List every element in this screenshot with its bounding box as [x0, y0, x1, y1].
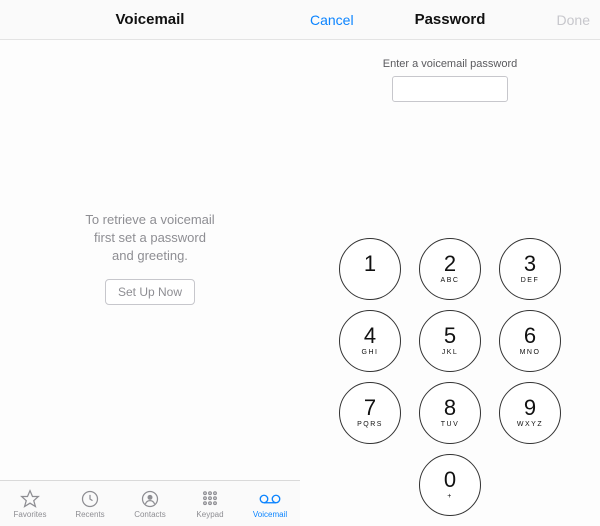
key-letters: DEF: [521, 277, 540, 285]
keypad-key-7[interactable]: 7 PQRS: [339, 382, 401, 444]
key-number: 6: [524, 325, 536, 347]
contact-icon: [140, 489, 160, 509]
password-body: Enter a voicemail password 1 2 ABC 3 DEF…: [300, 40, 600, 526]
voicemail-icon: [258, 489, 282, 509]
key-letters: PQRS: [357, 421, 383, 429]
keypad-key-2[interactable]: 2 ABC: [419, 238, 481, 300]
key-number: 7: [364, 397, 376, 419]
cancel-button[interactable]: Cancel: [310, 0, 354, 40]
done-button[interactable]: Done: [557, 0, 590, 40]
nav-title: Voicemail: [116, 11, 185, 28]
key-letters: GHI: [362, 349, 379, 357]
keypad-key-5[interactable]: 5 JKL: [419, 310, 481, 372]
keypad-key-8[interactable]: 8 TUV: [419, 382, 481, 444]
number-keypad: 1 2 ABC 3 DEF 4 GHI 5 JKL: [339, 238, 561, 526]
tab-voicemail[interactable]: Voicemail: [240, 481, 300, 526]
keypad-key-9[interactable]: 9 WXYZ: [499, 382, 561, 444]
key-letters: +: [447, 493, 453, 501]
keypad-icon: [200, 489, 220, 509]
tab-label: Keypad: [196, 510, 223, 519]
nav-title: Password: [415, 11, 486, 28]
key-letters: WXYZ: [517, 421, 543, 429]
password-prompt: Enter a voicemail password: [383, 58, 518, 70]
keypad-key-4[interactable]: 4 GHI: [339, 310, 401, 372]
tab-keypad[interactable]: Keypad: [180, 481, 240, 526]
tab-favorites[interactable]: Favorites: [0, 481, 60, 526]
star-icon: [20, 489, 40, 509]
key-number: 2: [444, 253, 456, 275]
tab-label: Contacts: [134, 510, 166, 519]
tab-bar: Favorites Recents Contacts: [0, 480, 300, 526]
key-number: 8: [444, 397, 456, 419]
tab-recents[interactable]: Recents: [60, 481, 120, 526]
key-number: 5: [444, 325, 456, 347]
voicemail-setup-screen: Voicemail To retrieve a voicemail first …: [0, 0, 300, 526]
nav-bar: Cancel Password Done: [300, 0, 600, 40]
keypad-key-0[interactable]: 0 +: [419, 454, 481, 516]
keypad-key-6[interactable]: 6 MNO: [499, 310, 561, 372]
key-letters: TUV: [441, 421, 460, 429]
key-letters: MNO: [520, 349, 541, 357]
tab-label: Voicemail: [253, 510, 287, 519]
clock-icon: [80, 489, 100, 509]
key-number: 0: [444, 469, 456, 491]
key-letters: ABC: [441, 277, 460, 285]
tab-label: Favorites: [14, 510, 47, 519]
key-letters: JKL: [442, 349, 459, 357]
tab-label: Recents: [75, 510, 104, 519]
key-number: 9: [524, 397, 536, 419]
password-screen: Cancel Password Done Enter a voicemail p…: [300, 0, 600, 526]
tab-contacts[interactable]: Contacts: [120, 481, 180, 526]
voicemail-body: To retrieve a voicemail first set a pass…: [0, 40, 300, 526]
password-input[interactable]: [392, 76, 508, 102]
voicemail-instruction-text: To retrieve a voicemail first set a pass…: [85, 211, 214, 266]
key-number: 3: [524, 253, 536, 275]
keypad-key-3[interactable]: 3 DEF: [499, 238, 561, 300]
key-number: 4: [364, 325, 376, 347]
nav-bar: Voicemail: [0, 0, 300, 40]
keypad-key-1[interactable]: 1: [339, 238, 401, 300]
set-up-now-button[interactable]: Set Up Now: [105, 279, 195, 305]
key-number: 1: [364, 253, 376, 275]
